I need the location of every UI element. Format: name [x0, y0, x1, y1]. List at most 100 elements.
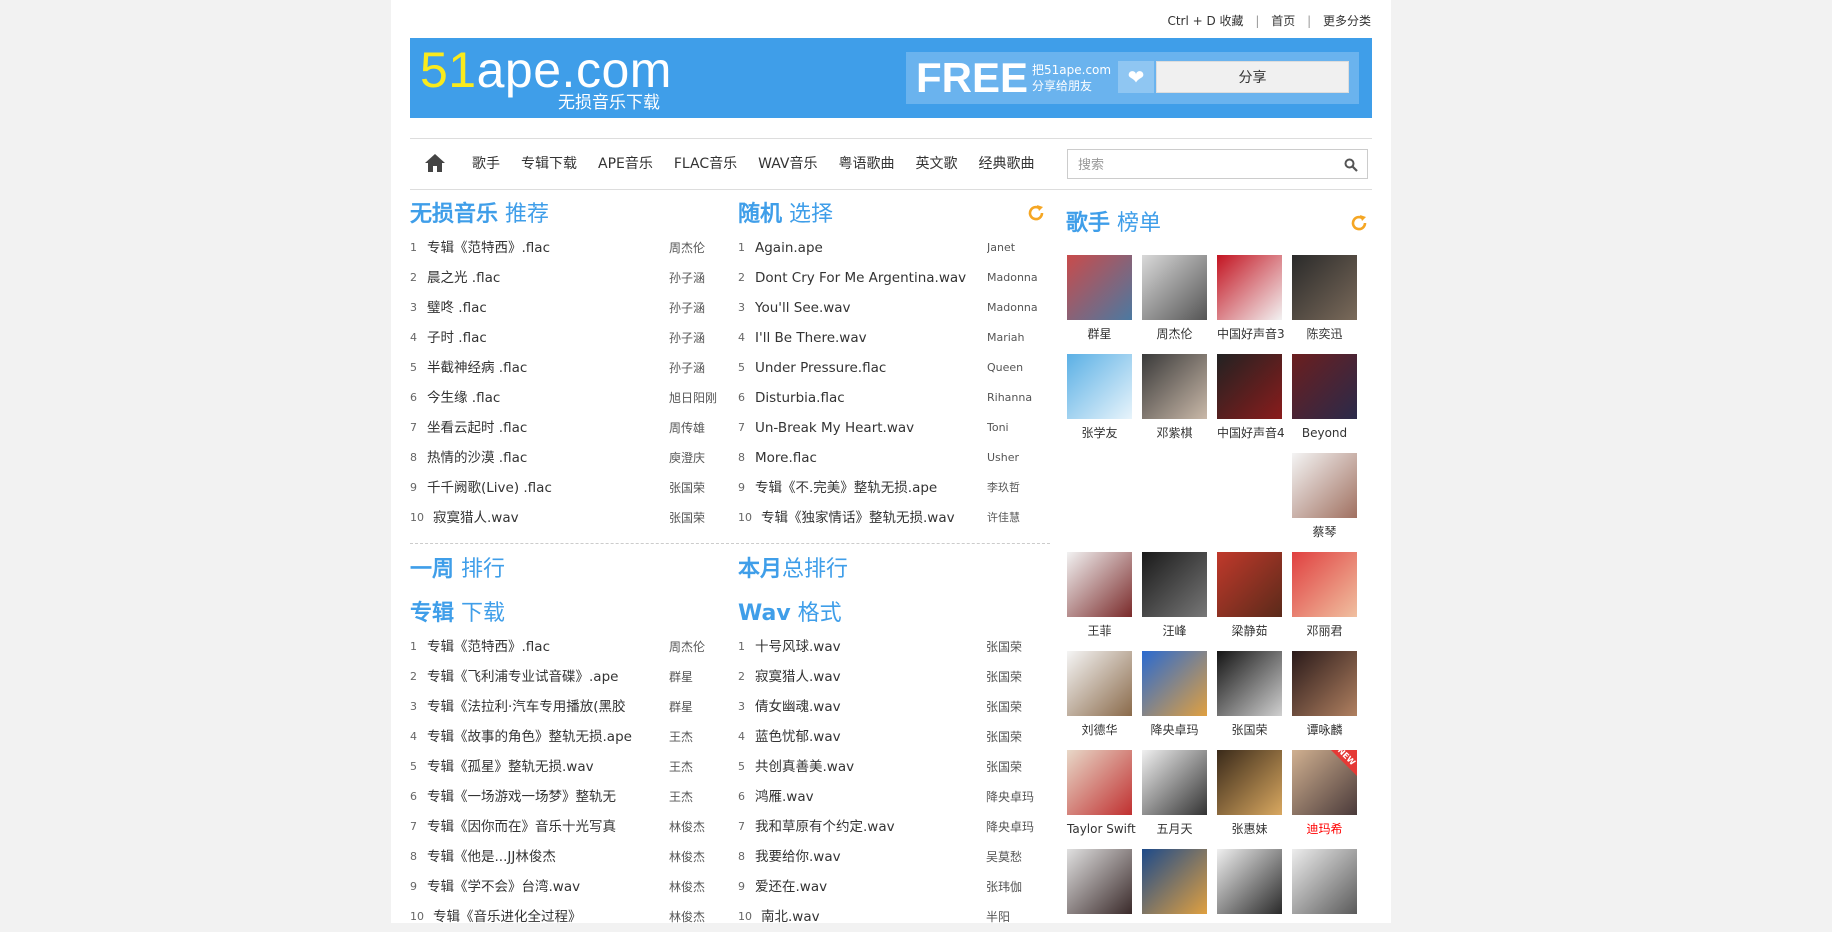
- nav-item-ape[interactable]: APE音乐: [598, 139, 653, 189]
- list-item[interactable]: 6 今生缘 .flac 旭日阳刚: [410, 383, 717, 413]
- artist-name[interactable]: 张玮伽: [986, 872, 1022, 902]
- artist-name[interactable]: 许佳慧: [987, 503, 1020, 533]
- singer-tile[interactable]: [1142, 849, 1207, 920]
- list-item[interactable]: 7 坐看云起时 .flac 周传雄: [410, 413, 710, 443]
- song-title[interactable]: I'll Be There.wav: [755, 323, 867, 353]
- artist-name[interactable]: 群星: [669, 662, 693, 692]
- list-item[interactable]: 2 Dont Cry For Me Argentina.wav Madonna: [738, 263, 1052, 293]
- song-title[interactable]: 璧咚 .flac: [427, 293, 487, 323]
- nav-item-wav[interactable]: WAV音乐: [758, 139, 817, 189]
- song-title[interactable]: 专辑《孤星》整轨无损.wav: [427, 752, 594, 782]
- song-title[interactable]: 专辑《音乐进化全过程》: [433, 902, 582, 932]
- singer-tile[interactable]: 蔡琴: [1292, 453, 1357, 540]
- list-item[interactable]: 4 子时 .flac 孙子涵: [410, 323, 710, 353]
- singer-tile[interactable]: [1292, 849, 1357, 920]
- nav-item-singers[interactable]: 歌手: [472, 139, 500, 189]
- list-item[interactable]: 8 More.flac Usher: [738, 443, 1052, 473]
- song-title[interactable]: 半截神经病 .flac: [427, 353, 527, 383]
- song-title[interactable]: 专辑《一场游戏一场梦》整轨无: [427, 782, 616, 812]
- song-title[interactable]: 我和草原有个约定.wav: [755, 812, 895, 842]
- search-icon[interactable]: [1344, 157, 1358, 176]
- song-title[interactable]: 寂寞猎人.wav: [755, 662, 841, 692]
- artist-name[interactable]: 周杰伦: [669, 233, 705, 263]
- song-title[interactable]: Un-Break My Heart.wav: [755, 413, 914, 443]
- singer-tile[interactable]: 邓紫棋: [1142, 354, 1207, 441]
- song-title[interactable]: 今生缘 .flac: [427, 383, 500, 413]
- home-link[interactable]: 首页: [1271, 14, 1295, 28]
- list-item[interactable]: 5 Under Pressure.flac Queen: [738, 353, 1052, 383]
- artist-name[interactable]: 王杰: [669, 752, 693, 782]
- list-item[interactable]: 2 晨之光 .flac 孙子涵: [410, 263, 710, 293]
- search-input[interactable]: [1076, 151, 1330, 179]
- singer-tile[interactable]: 周杰伦: [1142, 255, 1207, 342]
- artist-name[interactable]: 张国荣: [986, 662, 1022, 692]
- list-item[interactable]: 7 Un-Break My Heart.wav Toni: [738, 413, 1052, 443]
- song-title[interactable]: 专辑《不.完美》整轨无损.ape: [755, 473, 937, 503]
- artist-name[interactable]: Usher: [987, 443, 1019, 473]
- singer-tile[interactable]: 五月天: [1142, 750, 1207, 837]
- singer-tile[interactable]: 谭咏麟: [1292, 651, 1357, 738]
- nav-item-english[interactable]: 英文歌: [916, 139, 958, 189]
- artist-name[interactable]: 张国荣: [986, 632, 1022, 662]
- list-item[interactable]: 3 You'll See.wav Madonna: [738, 293, 1052, 323]
- song-title[interactable]: Under Pressure.flac: [755, 353, 886, 383]
- song-title[interactable]: 千千阙歌(Live) .flac: [427, 473, 552, 503]
- song-title[interactable]: 专辑《法拉利·汽车专用播放(黑胶: [427, 692, 626, 722]
- list-item[interactable]: 1 Again.ape Janet: [738, 233, 1052, 263]
- song-title[interactable]: 寂寞猎人.wav: [433, 503, 519, 533]
- artist-name[interactable]: 旭日阳刚: [669, 383, 717, 413]
- list-item[interactable]: 1 十号风球.wav 张国荣: [738, 632, 1052, 662]
- song-title[interactable]: Again.ape: [755, 233, 823, 263]
- artist-name[interactable]: 王杰: [669, 782, 693, 812]
- artist-name[interactable]: 林俊杰: [669, 812, 705, 842]
- list-item[interactable]: 2 寂寞猎人.wav 张国荣: [738, 662, 1052, 692]
- singer-tile[interactable]: 汪峰: [1142, 552, 1207, 639]
- list-item[interactable]: 7 专辑《因你而在》音乐十光写真 林俊杰: [410, 812, 710, 842]
- song-title[interactable]: You'll See.wav: [755, 293, 851, 323]
- song-title[interactable]: 专辑《因你而在》音乐十光写真: [427, 812, 616, 842]
- list-item[interactable]: 3 倩女幽魂.wav 张国荣: [738, 692, 1052, 722]
- artist-name[interactable]: 庾澄庆: [669, 443, 705, 473]
- singer-tile[interactable]: 中国好声音3: [1217, 255, 1285, 342]
- list-item[interactable]: 6 Disturbia.flac Rihanna: [738, 383, 1052, 413]
- artist-name[interactable]: Mariah: [987, 323, 1025, 353]
- singer-tile[interactable]: 中国好声音4: [1217, 354, 1285, 441]
- song-title[interactable]: 鸿雁.wav: [755, 782, 814, 812]
- song-title[interactable]: 专辑《故事的角色》整轨无损.ape: [427, 722, 632, 752]
- list-item[interactable]: 5 专辑《孤星》整轨无损.wav 王杰: [410, 752, 710, 782]
- list-item[interactable]: 3 专辑《法拉利·汽车专用播放(黑胶 群星: [410, 692, 710, 722]
- list-item[interactable]: 9 专辑《学不会》台湾.wav 林俊杰: [410, 872, 710, 902]
- artist-name[interactable]: Queen: [987, 353, 1023, 383]
- singer-tile[interactable]: NEW 迪玛希: [1292, 746, 1357, 837]
- song-title[interactable]: 专辑《他是...JJ林俊杰: [427, 842, 556, 872]
- singer-tile[interactable]: 群星: [1067, 255, 1132, 342]
- singer-tile[interactable]: 梁静茹: [1217, 552, 1282, 639]
- song-title[interactable]: 专辑《独家情话》整轨无损.wav: [761, 503, 955, 533]
- song-title[interactable]: 爱还在.wav: [755, 872, 827, 902]
- artist-name[interactable]: 孙子涵: [669, 323, 705, 353]
- singer-tile[interactable]: 陈奕迅: [1292, 255, 1357, 342]
- artist-name[interactable]: 张国荣: [986, 752, 1022, 782]
- singer-tile[interactable]: 王菲: [1067, 552, 1132, 639]
- song-title[interactable]: 专辑《飞利浦专业试音碟》.ape: [427, 662, 618, 692]
- singer-tile[interactable]: 张国荣: [1217, 651, 1282, 738]
- singer-tile[interactable]: Beyond: [1292, 354, 1357, 441]
- list-item[interactable]: 10 专辑《音乐进化全过程》 林俊杰: [410, 902, 710, 932]
- artist-name[interactable]: 孙子涵: [669, 263, 705, 293]
- song-title[interactable]: 坐看云起时 .flac: [427, 413, 527, 443]
- song-title[interactable]: More.flac: [755, 443, 817, 473]
- artist-name[interactable]: 李玖哲: [987, 473, 1020, 503]
- song-title[interactable]: 共创真善美.wav: [755, 752, 854, 782]
- section-week-title[interactable]: 一周 排行: [410, 556, 505, 584]
- song-title[interactable]: 倩女幽魂.wav: [755, 692, 841, 722]
- list-item[interactable]: 1 专辑《范特西》.flac 周杰伦: [410, 233, 710, 263]
- singer-tile[interactable]: 降央卓玛: [1142, 651, 1207, 738]
- list-item[interactable]: 9 爱还在.wav 张玮伽: [738, 872, 1052, 902]
- list-item[interactable]: 4 蓝色忧郁.wav 张国荣: [738, 722, 1052, 752]
- list-item[interactable]: 10 专辑《独家情话》整轨无损.wav 许佳慧: [738, 503, 1052, 533]
- list-item[interactable]: 9 千千阙歌(Live) .flac 张国荣: [410, 473, 710, 503]
- more-categories-link[interactable]: 更多分类: [1323, 14, 1371, 28]
- song-title[interactable]: 专辑《学不会》台湾.wav: [427, 872, 580, 902]
- home-icon[interactable]: [424, 153, 446, 177]
- list-item[interactable]: 9 专辑《不.完美》整轨无损.ape 李玖哲: [738, 473, 1052, 503]
